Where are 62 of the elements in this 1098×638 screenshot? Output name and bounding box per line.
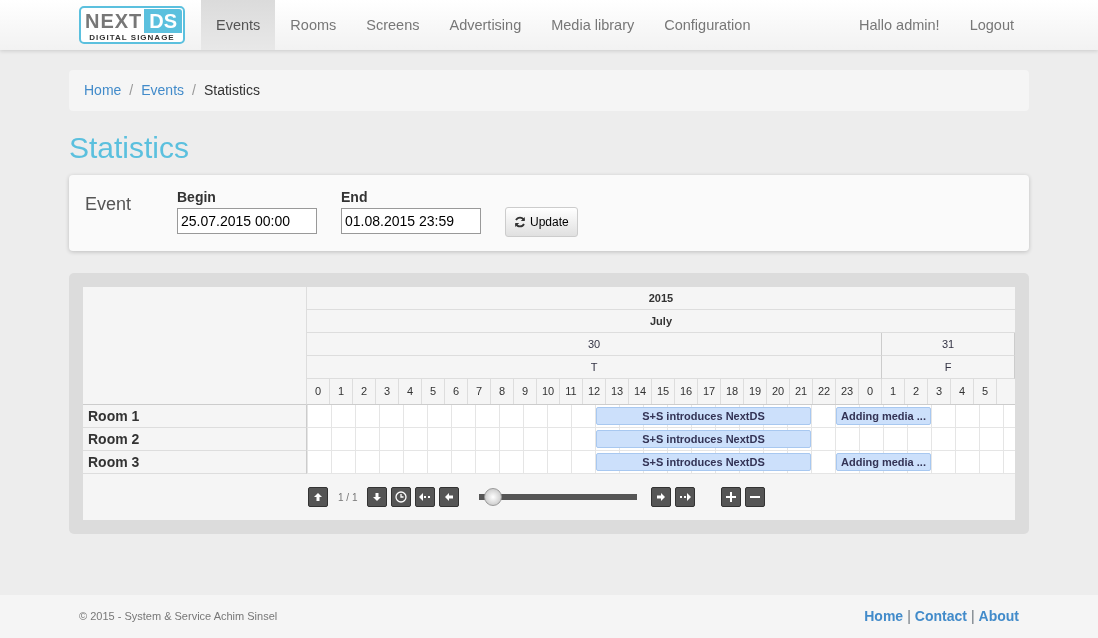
nav-tab[interactable]: Screens <box>351 0 435 50</box>
now-button[interactable] <box>391 487 412 507</box>
event-bar[interactable]: S+S introduces NextDS <box>596 453 811 471</box>
arrow-right-icon <box>679 493 692 501</box>
breadcrumb-current: Statistics <box>203 81 260 100</box>
nav-link[interactable]: Logout <box>954 0 1029 50</box>
arrow-up-icon <box>314 493 322 501</box>
update-button[interactable]: Update <box>505 207 578 237</box>
logo[interactable]: NEXT DS DIGITAL SIGNAGE <box>79 6 185 44</box>
up-button[interactable] <box>308 487 328 507</box>
breadcrumb-separator: / <box>191 81 197 100</box>
nav-tab[interactable]: Rooms <box>275 0 352 50</box>
nav-tab[interactable]: Advertising <box>434 0 537 50</box>
clock-icon <box>395 491 408 503</box>
footer-link[interactable]: Home <box>864 606 904 627</box>
year-header: 2015 <box>307 287 1015 310</box>
next-button[interactable] <box>651 487 672 507</box>
event-bar[interactable]: Adding media ... <box>836 407 931 425</box>
page-title: Statistics <box>69 133 191 163</box>
breadcrumb-link[interactable]: Events <box>141 80 185 101</box>
link-separator: | <box>969 607 976 626</box>
filter-label: Event <box>85 193 133 216</box>
plus-icon <box>726 492 737 502</box>
down-button[interactable] <box>367 487 388 507</box>
event-bar[interactable]: S+S introduces NextDS <box>596 430 811 448</box>
page-indicator: 1 / 1 <box>337 490 359 505</box>
nav-tab[interactable]: Configuration <box>649 0 766 50</box>
breadcrumb-separator: / <box>128 81 135 100</box>
footer-link[interactable]: Contact <box>914 606 967 627</box>
zoom-out-button[interactable] <box>745 487 766 507</box>
arrow-right-icon <box>657 493 666 501</box>
link-separator: | <box>906 607 912 626</box>
nav-tab[interactable]: Media library <box>536 0 650 50</box>
nav-link[interactable]: Hallo admin! <box>844 0 955 50</box>
first-button[interactable] <box>415 487 436 507</box>
event-bar[interactable]: Adding media ... <box>836 453 931 471</box>
month-header: July <box>307 310 1015 333</box>
arrow-down-icon <box>373 493 382 501</box>
day-header: 30 <box>307 333 882 356</box>
slider-thumb[interactable] <box>483 488 502 506</box>
room-label: Room 2 <box>83 428 307 451</box>
logo-text: NEXT <box>84 9 143 34</box>
room-label: Room 3 <box>83 451 307 474</box>
breadcrumb-link[interactable]: Home <box>84 80 122 101</box>
date-field[interactable]: 25.07.2015 00:00 <box>177 208 317 234</box>
day-header: 31 <box>882 333 1015 356</box>
date-field[interactable]: 01.08.2015 23:59 <box>341 208 481 234</box>
refresh-icon <box>514 216 526 228</box>
logo-tagline: DIGITAL SIGNAGE <box>88 34 176 42</box>
last-button[interactable] <box>675 487 696 507</box>
zoom-in-button[interactable] <box>721 487 742 507</box>
previous-button[interactable] <box>439 487 460 507</box>
logo-text: DS <box>144 9 183 33</box>
nav-tab[interactable]: Events <box>201 0 276 50</box>
arrow-left-icon <box>419 493 432 501</box>
room-label: Room 1 <box>83 405 307 428</box>
copyright-text: © 2015 - System & Service Achim Sinsel <box>79 609 278 625</box>
field-label: End <box>341 188 369 207</box>
arrow-left-icon <box>445 493 454 501</box>
event-bar[interactable]: S+S introduces NextDS <box>596 407 811 425</box>
field-label: Begin <box>177 188 217 207</box>
footer-link[interactable]: About <box>978 606 1019 627</box>
